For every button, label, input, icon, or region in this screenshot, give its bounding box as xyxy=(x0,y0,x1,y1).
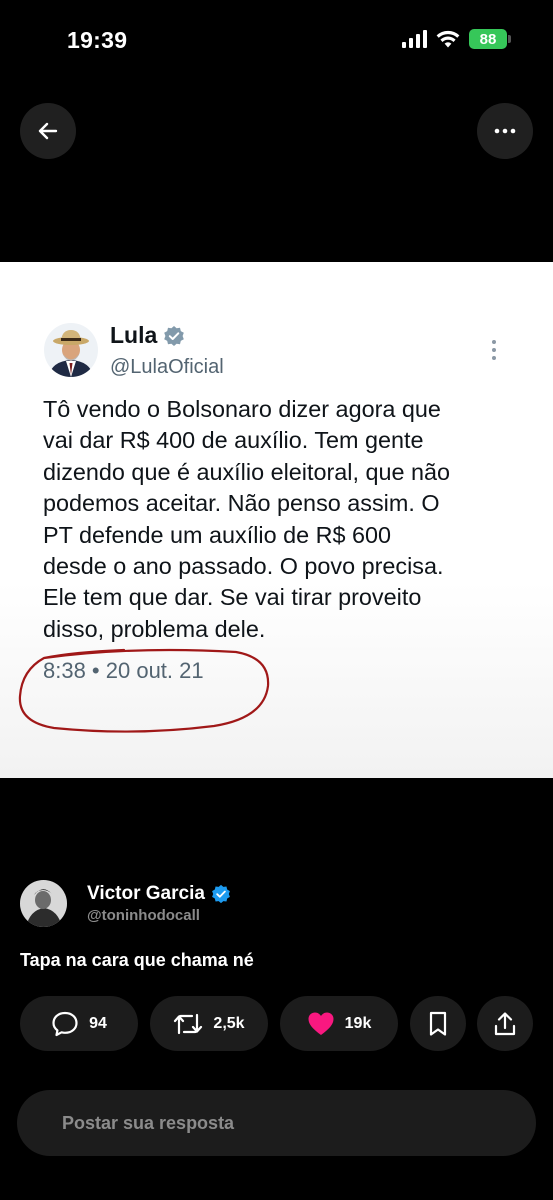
repost-button[interactable]: 2,5k xyxy=(150,996,268,1051)
reply-author-avatar[interactable] xyxy=(20,880,67,927)
verified-badge-icon xyxy=(164,325,185,346)
reply-author-handle[interactable]: @toninhodocall xyxy=(87,907,200,924)
embedded-author-name: Lula xyxy=(110,322,185,349)
like-count: 19k xyxy=(344,1014,372,1032)
tweet-line: PT defende um auxílio de R$ 600 xyxy=(43,521,392,548)
reply-composer[interactable] xyxy=(17,1090,536,1156)
tweet-line: dizendo que é auxílio eleitoral, que não xyxy=(43,458,451,485)
more-horizontal-icon xyxy=(494,128,516,134)
tweet-line: vai dar R$ 400 de auxílio. Tem gente xyxy=(43,427,424,454)
wifi-icon xyxy=(436,30,460,48)
battery-level: 88 xyxy=(479,30,497,48)
tweet-line: Ele tem que dar. Se vai tirar proveito xyxy=(43,584,422,611)
back-button[interactable] xyxy=(20,103,76,159)
tweet-line: podemos aceitar. Não penso assim. O xyxy=(43,490,440,517)
repost-count: 2,5k xyxy=(213,1014,245,1032)
reply-count: 94 xyxy=(89,1014,107,1032)
heart-icon xyxy=(308,1012,334,1035)
status-time: 19:39 xyxy=(67,27,128,53)
embedded-author-avatar xyxy=(44,323,98,382)
like-button[interactable]: 19k xyxy=(280,996,398,1051)
verified-badge-icon xyxy=(212,884,230,904)
tweet-line: desde o ano passado. O povo precisa. xyxy=(43,553,444,580)
reply-button[interactable]: 94 xyxy=(20,996,138,1051)
more-options-button[interactable] xyxy=(477,103,533,159)
repost-icon xyxy=(174,1013,203,1034)
share-button[interactable] xyxy=(477,996,533,1051)
bookmark-icon xyxy=(429,1011,447,1036)
reply-input[interactable] xyxy=(17,1090,536,1156)
reply-author-name[interactable]: Victor Garcia xyxy=(87,883,231,905)
arrow-left-icon xyxy=(38,122,58,140)
embedded-author-name-text: Lula xyxy=(110,322,158,348)
share-icon xyxy=(494,1011,516,1035)
status-icons: 88 xyxy=(402,29,511,49)
embedded-tweet-text: Tô vendo o Bolsonaro dizer agora que vai… xyxy=(43,394,513,645)
hand-drawn-circle-annotation xyxy=(18,648,270,733)
kebab-menu-icon xyxy=(492,340,496,360)
post-text: Tapa na cara que chama né xyxy=(20,950,254,970)
tweet-line: Tô vendo o Bolsonaro dizer agora que xyxy=(43,396,441,422)
status-bar: 19:39 88 xyxy=(0,0,553,80)
embedded-author-handle: @LulaOficial xyxy=(110,356,224,378)
tweet-line: disso, problema dele. xyxy=(43,615,266,642)
battery-charging-icon: 88 xyxy=(469,29,511,49)
comment-icon xyxy=(52,1011,78,1036)
reply-author-name-text: Victor Garcia xyxy=(87,883,205,904)
signal-icon xyxy=(402,30,427,48)
bookmark-button[interactable] xyxy=(410,996,466,1051)
